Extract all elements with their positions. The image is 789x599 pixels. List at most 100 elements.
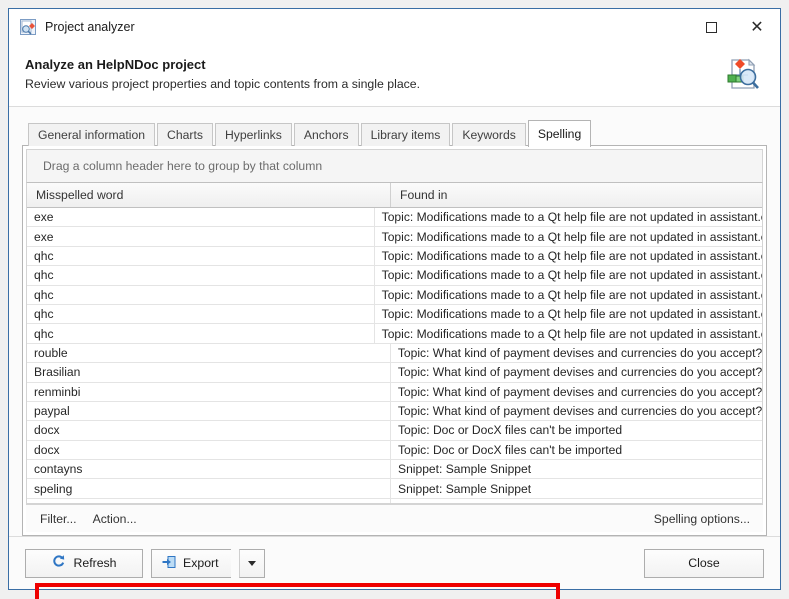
table-row[interactable]: qhc Topic: Modifications made to a Qt hel… <box>27 266 762 286</box>
cell-misspelled-word: speling <box>27 479 391 498</box>
tab-keywords[interactable]: Keywords <box>452 123 526 146</box>
cell-found-in: Topic: What kind of payment devises and … <box>397 384 762 399</box>
export-label: Export <box>183 556 219 570</box>
spelling-panel: Drag a column header here to group by th… <box>22 145 767 599</box>
project-analyzer-icon <box>19 18 37 36</box>
header-text-block: Analyze an HelpNDoc project Review vario… <box>25 53 420 91</box>
footer-left-buttons: Refresh Export <box>25 548 265 578</box>
table-row[interactable]: qhc Topic: Modifications made to a Qt hel… <box>27 304 762 325</box>
cell-misspelled-word: paypal <box>27 401 391 421</box>
table-row[interactable]: docx Topic: Doc or DocX files can't be im… <box>27 440 762 461</box>
cell-misspelled-word: qhc <box>27 285 375 304</box>
cell-found-in: Topic: Modifications made to a Qt help f… <box>381 326 762 341</box>
cell-misspelled-word: miztakes <box>27 498 391 503</box>
tab-general-information[interactable]: General information <box>28 123 156 146</box>
tab-label: Spelling <box>537 127 582 141</box>
column-header-found-in[interactable]: Found in <box>391 183 762 207</box>
maximize-icon <box>705 21 717 33</box>
action-button[interactable]: Action... <box>93 512 137 526</box>
table-row[interactable]: Brasilian Topic: What kind of payment dev… <box>27 363 762 383</box>
cell-found-in: Topic: What kind of payment devises and … <box>397 345 762 360</box>
screen: Project analyzer ✕ Analyze an HelpNDoc p… <box>0 0 789 599</box>
table-row[interactable]: qhc Topic: Modifications made to a Qt hel… <box>27 324 762 344</box>
table-row[interactable]: miztakesSnippet: Sample Snippet <box>27 498 762 503</box>
cell-found-in: Topic: Modifications made to a Qt help f… <box>381 229 762 244</box>
tab-library-items[interactable]: Library items <box>360 123 451 146</box>
export-dropdown-button[interactable] <box>239 548 265 578</box>
column-header-misspelled-word[interactable]: Misspelled word <box>27 183 391 207</box>
group-by-dropzone[interactable]: Drag a column header here to group by th… <box>26 149 763 183</box>
cell-misspelled-word: qhc <box>27 304 375 324</box>
cell-misspelled-word: docx <box>27 440 391 460</box>
cell-found-in: Topic: Modifications made to a Qt help f… <box>381 248 762 263</box>
cell-misspelled-word: Brasilian <box>27 363 391 382</box>
cell-misspelled-word: exe <box>27 208 375 227</box>
table-row[interactable]: exe Topic: Modifications made to a Qt hel… <box>27 208 762 228</box>
grid-header-row: Misspelled word Found in <box>27 183 762 208</box>
cell-found-in: Topic: Modifications made to a Qt help f… <box>381 268 762 283</box>
tab-anchors[interactable]: Anchors <box>293 123 359 146</box>
tab-charts[interactable]: Charts <box>157 123 213 146</box>
cell-misspelled-word: docx <box>27 421 391 440</box>
table-row[interactable]: contayns Snippet: Sample Snippet <box>27 460 762 480</box>
cell-found-in: Topic: Modifications made to a Qt help f… <box>381 287 762 302</box>
tab-label: Charts <box>167 128 203 142</box>
table-row[interactable]: paypal Topic: What kind of payment devise… <box>27 401 762 422</box>
close-icon: ✕ <box>750 17 764 36</box>
tab-label: General information <box>38 128 146 142</box>
refresh-label: Refresh <box>73 556 117 570</box>
spelling-options-button[interactable]: Spelling options... <box>654 512 750 526</box>
close-button[interactable]: Close <box>644 548 764 578</box>
cell-found-in: Snippet: Sample Snippet <box>398 462 532 477</box>
close-window-button[interactable]: ✕ <box>734 9 780 45</box>
cell-misspelled-word: contayns <box>27 460 391 479</box>
title-bar: Project analyzer ✕ <box>9 9 780 45</box>
cell-found-in: Topic: Modifications made to a Qt help f… <box>381 210 762 225</box>
spelling-grid: Misspelled word Found in exe Topic: Modif… <box>26 183 763 504</box>
cell-found-in: Topic: What kind of payment devises and … <box>397 404 762 419</box>
tab-label: Library items <box>370 128 441 142</box>
table-row[interactable]: docx Topic: Doc or DocX files can't be im… <box>27 421 762 441</box>
cell-found-in: Snippet: Sample Snippet <box>391 499 762 503</box>
refresh-button[interactable]: Refresh <box>25 548 143 578</box>
cell-misspelled-word: rouble <box>27 343 391 363</box>
tab-hyperlinks[interactable]: Hyperlinks <box>214 123 292 146</box>
cell-found-in: Topic: Modifications made to a Qt help f… <box>381 307 762 322</box>
cell-found-in: Topic: Doc or DocX files can't be import… <box>398 442 623 457</box>
filter-bar-left: Filter... Action... <box>40 512 137 526</box>
page-subtitle: Review various project properties and to… <box>25 77 421 91</box>
table-row[interactable]: exe Topic: Modifications made to a Qt hel… <box>27 227 762 247</box>
grid-filter-bar: Filter... Action... Spelling options... <box>26 504 763 532</box>
refresh-icon <box>51 554 66 572</box>
chevron-down-icon <box>248 560 256 566</box>
dialog-body: General information Charts Hyperlinks An… <box>9 107 780 599</box>
tab-label: Hyperlinks <box>224 128 282 142</box>
table-row[interactable]: qhc Topic: Modifications made to a Qt hel… <box>27 285 762 305</box>
document-search-icon <box>722 55 760 98</box>
table-row[interactable]: qhc Topic: Modifications made to a Qt hel… <box>27 246 762 267</box>
export-button[interactable]: Export <box>151 548 231 578</box>
project-analyzer-dialog: Project analyzer ✕ Analyze an HelpNDoc p… <box>8 8 781 599</box>
dialog-header: Analyze an HelpNDoc project Review vario… <box>9 45 780 107</box>
table-row[interactable]: renminbi Topic: What kind of payment devi… <box>27 382 762 402</box>
cell-found-in: Topic: Doc or DocX files can't be import… <box>398 423 623 438</box>
cell-found-in: Snippet: Sample Snippet <box>398 481 532 496</box>
grid-body[interactable]: exe Topic: Modifications made to a Qt hel… <box>27 208 762 503</box>
maximize-button[interactable] <box>688 9 734 45</box>
window-controls: ✕ <box>688 9 780 45</box>
group-by-hint: Drag a column header here to group by th… <box>43 159 323 173</box>
cell-misspelled-word: exe <box>27 227 375 246</box>
dialog-footer: Refresh Export Close <box>9 536 780 589</box>
filter-button[interactable]: Filter... <box>40 512 77 526</box>
tab-strip: General information Charts Hyperlinks An… <box>22 119 767 147</box>
tab-spelling[interactable]: Spelling <box>527 120 592 147</box>
tab-label: Keywords <box>462 128 516 142</box>
page-title: Analyze an HelpNDoc project <box>25 57 206 72</box>
window-title: Project analyzer <box>45 20 135 34</box>
cell-misspelled-word: qhc <box>27 324 375 343</box>
cell-found-in: Topic: What kind of payment devises and … <box>397 365 762 380</box>
table-row[interactable]: rouble Topic: What kind of payment devise… <box>27 343 762 364</box>
cell-misspelled-word: qhc <box>27 266 375 285</box>
table-row[interactable]: speling Snippet: Sample Snippet <box>27 479 762 499</box>
tab-label: Anchors <box>303 128 349 142</box>
